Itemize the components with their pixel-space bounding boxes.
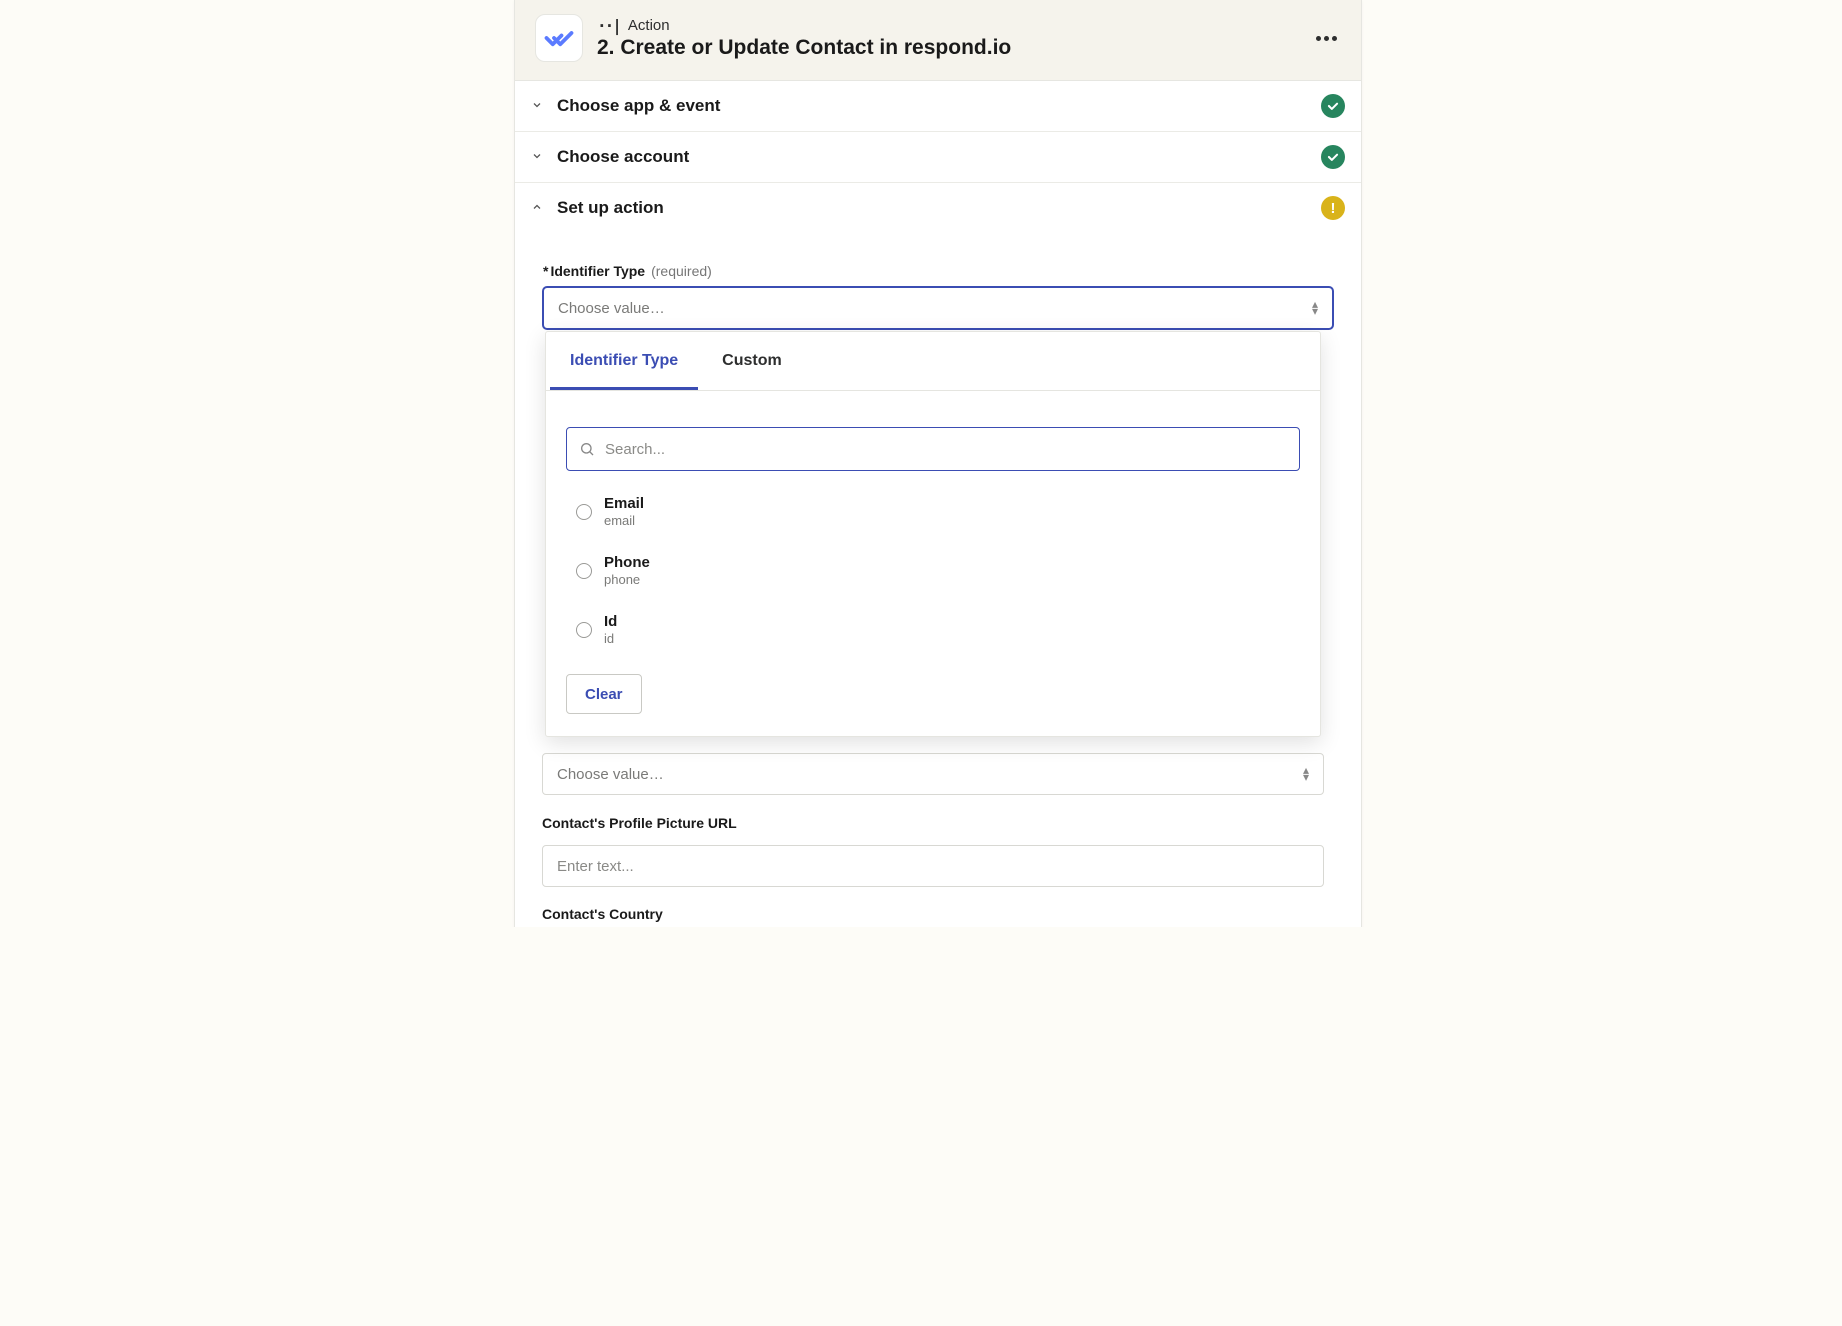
action-label: Action bbox=[628, 17, 670, 34]
search-icon bbox=[579, 441, 595, 457]
dropdown-tabs: Identifier Type Custom bbox=[546, 332, 1320, 391]
tab-custom[interactable]: Custom bbox=[702, 332, 802, 390]
select-arrows-icon: ▴▾ bbox=[1303, 767, 1309, 781]
section-title: Choose app & event bbox=[557, 96, 1309, 116]
status-complete-icon bbox=[1321, 94, 1345, 118]
radio-icon bbox=[576, 504, 592, 520]
option-phone[interactable]: Phone phone bbox=[566, 546, 1300, 595]
section-choose-app[interactable]: Choose app & event bbox=[515, 81, 1361, 132]
profile-pic-url-input[interactable] bbox=[542, 845, 1324, 887]
section-title: Set up action bbox=[557, 198, 1309, 218]
chevron-down-icon bbox=[531, 98, 545, 114]
header-text-block: ··| Action 2. Create or Update Contact i… bbox=[597, 16, 1297, 60]
dropdown-search[interactable] bbox=[566, 427, 1300, 471]
section-setup-action[interactable]: Set up action ! bbox=[515, 183, 1361, 233]
select-arrows-icon: ▴▾ bbox=[1312, 301, 1318, 315]
section-title: Choose account bbox=[557, 147, 1309, 167]
option-id[interactable]: Id id bbox=[566, 605, 1300, 654]
radio-icon bbox=[576, 622, 592, 638]
identifier-type-dropdown: Identifier Type Custom Email email bbox=[545, 331, 1321, 737]
option-email[interactable]: Email email bbox=[566, 487, 1300, 536]
status-warning-icon: ! bbox=[1321, 196, 1345, 220]
identifier-type-select[interactable]: Choose value… ▴▾ bbox=[543, 287, 1333, 329]
chevron-up-icon bbox=[531, 200, 545, 216]
country-label: Contact's Country bbox=[542, 906, 1324, 922]
unlabeled-select[interactable]: Choose value… ▴▾ bbox=[542, 753, 1324, 795]
identifier-type-label: *Identifier Type (required) bbox=[543, 263, 1333, 279]
dropdown-option-list: Email email Phone phone Id id bbox=[566, 487, 1300, 654]
section-choose-account[interactable]: Choose account bbox=[515, 132, 1361, 183]
card-header: ··| Action 2. Create or Update Contact i… bbox=[515, 0, 1361, 81]
action-step-icon: ··| bbox=[597, 16, 620, 35]
status-complete-icon bbox=[1321, 145, 1345, 169]
radio-icon bbox=[576, 563, 592, 579]
clear-button[interactable]: Clear bbox=[566, 674, 642, 714]
dropdown-search-input[interactable] bbox=[605, 441, 1287, 458]
tab-identifier-type[interactable]: Identifier Type bbox=[550, 332, 698, 390]
profile-pic-url-label: Contact's Profile Picture URL bbox=[542, 815, 1324, 831]
more-options-button[interactable] bbox=[1311, 23, 1341, 53]
chevron-down-icon bbox=[531, 149, 545, 165]
app-logo-icon bbox=[535, 14, 583, 62]
card-title: 2. Create or Update Contact in respond.i… bbox=[597, 36, 1297, 60]
